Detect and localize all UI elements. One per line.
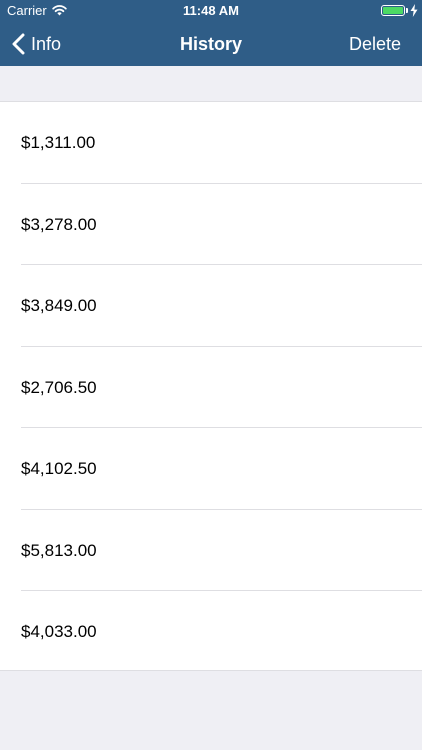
status-time: 11:48 AM (183, 3, 239, 18)
top-bar: Carrier 11:48 AM Info History Delete (0, 0, 422, 66)
history-amount: $4,102.50 (21, 459, 97, 478)
battery-icon (381, 5, 405, 16)
history-amount: $4,033.00 (21, 622, 97, 641)
history-row[interactable]: $4,102.50 (0, 428, 422, 510)
history-amount: $1,311.00 (21, 133, 96, 152)
battery-cap (406, 8, 408, 13)
charging-bolt-icon (410, 4, 418, 17)
history-list: $1,311.00 $3,278.00 $3,849.00 $2,706.50 … (0, 101, 422, 671)
history-amount: $3,278.00 (21, 214, 97, 234)
history-row[interactable]: $3,849.00 (0, 265, 422, 347)
history-row[interactable]: $4,033.00 (0, 591, 422, 673)
history-row[interactable]: $3,278.00 (0, 184, 422, 266)
history-amount: $2,706.50 (21, 377, 97, 397)
delete-button[interactable]: Delete (349, 33, 401, 55)
history-amount: $5,813.00 (21, 540, 97, 560)
status-bar: Carrier 11:48 AM (0, 0, 422, 22)
battery-level (383, 7, 403, 14)
history-row[interactable]: $1,311.00 (0, 102, 422, 184)
navigation-bar: Info History Delete (0, 22, 422, 66)
history-row[interactable]: $2,706.50 (0, 347, 422, 429)
history-row[interactable]: $5,813.00 (0, 510, 422, 592)
history-amount: $3,849.00 (21, 296, 97, 315)
